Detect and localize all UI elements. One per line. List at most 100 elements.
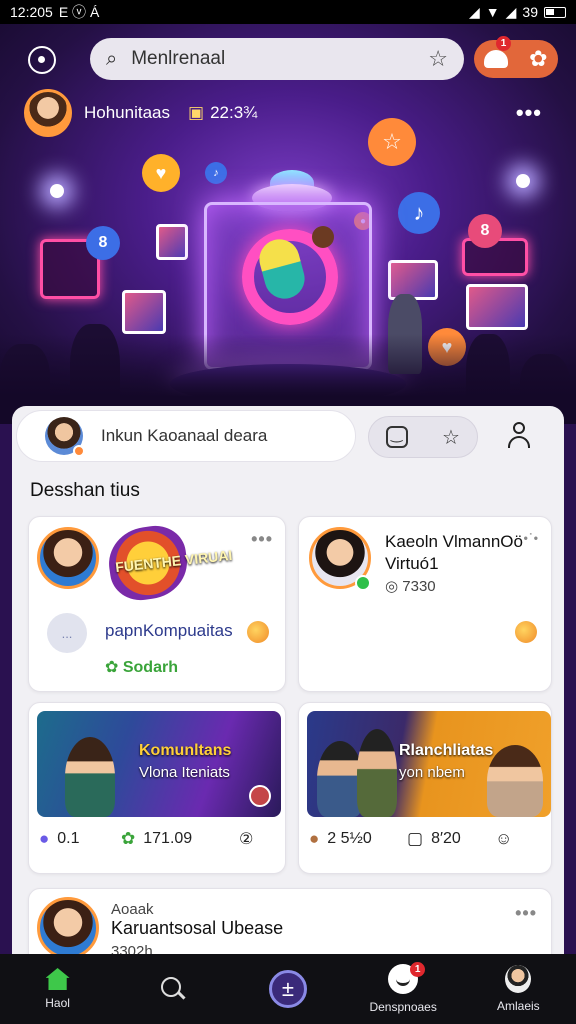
more-options-icon[interactable]: •••: [516, 100, 542, 126]
nav-label: Amlaeis: [497, 999, 540, 1013]
online-indicator: [355, 575, 371, 591]
avatar: [45, 417, 85, 457]
nav-profile[interactable]: Amlaeis: [463, 954, 573, 1024]
notification-badge: 1: [496, 36, 511, 51]
network-icon: ◢: [505, 3, 517, 20]
battery-icon: [544, 6, 566, 18]
card-subtitle: Virtuó1: [385, 554, 439, 573]
floating-photo: [466, 284, 528, 330]
nav-home[interactable]: Haol: [3, 954, 113, 1024]
ticket-icon: ▣: [188, 103, 205, 122]
avatar[interactable]: [24, 89, 72, 137]
community-card[interactable]: FUENTHE VIRUAI ••• ... papnKompuaitas ✿ …: [28, 516, 286, 692]
dancer-head: [312, 226, 334, 248]
card-meta-value: 7330: [402, 578, 436, 595]
card-title: Kaeoln VlmannOö: [385, 532, 523, 551]
content-panel: Inkun Kaoanaal deara ☆ Desshan tius FUEN…: [12, 406, 564, 954]
home-icon: [45, 968, 70, 990]
avatar: [37, 897, 99, 954]
chat-bubble-icon: 8: [86, 226, 120, 260]
stat-value: 8′20: [431, 830, 461, 847]
nav-label: Denspnoaes: [369, 1000, 437, 1014]
floating-photo: [156, 224, 188, 260]
composer-placeholder[interactable]: Inkun Kaoanaal deara: [101, 426, 267, 446]
messages-badge: 1: [410, 962, 426, 977]
nav-label: Haol: [45, 996, 70, 1010]
music-note-icon: ♪: [398, 192, 440, 234]
media-card[interactable]: Rlanchliatas yon nbem ● 2 5½0 ▢ 8′20 ☺: [298, 702, 552, 874]
spotlight-icon: [50, 184, 64, 198]
stat-comments[interactable]: ②: [239, 829, 253, 849]
composer-tools: ☆: [368, 416, 478, 458]
signal-icon: ◢: [469, 3, 480, 20]
battery-percent: 39: [522, 4, 538, 20]
user-row: Hohunitaas ▣ 22:3¾ •••: [24, 88, 554, 138]
post-card[interactable]: Aoaak Karuantsosal Ubease 3302h •••: [28, 888, 552, 954]
card-meta: ◎ 7330: [385, 578, 436, 595]
profile-icon[interactable]: [506, 420, 532, 450]
search-input[interactable]: Menlrenaal: [131, 48, 428, 70]
stat-likes[interactable]: ● 0.1: [39, 829, 80, 849]
emoji-icon: ☺: [495, 829, 513, 848]
search-bar[interactable]: ⌕ Menlrenaal ☆: [90, 38, 464, 80]
more-options-icon[interactable]: •••: [251, 529, 273, 550]
floating-photo: [122, 290, 166, 334]
gear-icon[interactable]: ✿: [529, 46, 547, 72]
post-meta: 3302h: [111, 943, 153, 954]
community-icon: ...: [47, 613, 87, 653]
post-title: Karuantsosal Ubease: [111, 918, 284, 938]
menu-circle-button[interactable]: [28, 46, 56, 74]
person-image: [65, 737, 115, 817]
comment-icon: ▢: [407, 829, 424, 848]
play-icon[interactable]: [249, 785, 271, 807]
status-time: 12:205: [10, 4, 53, 20]
stat-comments[interactable]: ▢ 8′20: [407, 829, 461, 849]
media-subtitle: yon nbem: [399, 764, 465, 781]
search-icon: ⌕: [106, 47, 118, 70]
sticker-icon[interactable]: [386, 426, 409, 448]
nav-search[interactable]: [118, 954, 228, 1024]
status-text: Sodarh: [122, 659, 178, 676]
media-subtitle: Vlona Iteniats: [139, 764, 230, 781]
wifi-icon: ▼: [485, 4, 500, 20]
emoji-icon[interactable]: [515, 621, 537, 643]
media-thumbnail[interactable]: Komunltans Vlona Iteniats: [37, 711, 281, 817]
stat-value: 2 5½0: [327, 830, 372, 847]
notification-icon[interactable]: [484, 50, 509, 68]
heart-bubble-icon: ♥: [142, 154, 180, 192]
media-card[interactable]: Komunltans Vlona Iteniats ● 0.1 ✿ 171.09…: [28, 702, 286, 874]
music-note-icon: ♪: [205, 162, 227, 184]
status-badge: ✿ Sodarh: [105, 659, 178, 676]
stat-shares[interactable]: ✿ 171.09: [121, 829, 192, 849]
star-icon[interactable]: ☆: [428, 46, 448, 72]
media-thumbnail[interactable]: Rlanchliatas yon nbem: [307, 711, 551, 817]
add-icon: ±: [268, 970, 307, 1008]
stat-reactions[interactable]: ☺: [495, 829, 512, 849]
more-options-icon[interactable]: •˙•: [524, 531, 539, 545]
community-link[interactable]: papnKompuaitas: [105, 621, 233, 641]
more-options-icon[interactable]: •••: [515, 903, 537, 924]
post-composer[interactable]: Inkun Kaoanaal deara: [16, 410, 356, 462]
star-icon[interactable]: ☆: [442, 425, 460, 450]
section-title: Desshan tius: [30, 480, 140, 501]
post-author: Aoaak: [111, 901, 154, 918]
profile-icon: [505, 965, 532, 993]
person-image: [487, 745, 543, 817]
person-image: [357, 729, 397, 817]
search-icon: [160, 977, 185, 1001]
share-icon: ✿: [121, 829, 136, 848]
comment-icon: ②: [239, 831, 254, 848]
emoji-icon[interactable]: [247, 621, 269, 643]
status-dot: [73, 445, 85, 457]
floating-photo: [388, 260, 438, 300]
bottom-nav: Haol ± 1 Denspnoaes Amlaeis: [0, 954, 576, 1024]
stat-likes[interactable]: ● 2 5½0: [309, 829, 372, 849]
notification-pill[interactable]: 1 ✿: [474, 36, 558, 78]
username[interactable]: Hohunitaas: [84, 103, 170, 123]
ticket-value: 22:3¾: [210, 103, 258, 122]
stat-value: 0.1: [57, 830, 80, 847]
nav-messages[interactable]: 1 Denspnoaes: [348, 954, 458, 1024]
top-bar: ⌕ Menlrenaal ☆ 1 ✿: [0, 36, 576, 82]
community-card[interactable]: Kaeoln VlmannOö •˙• Virtuó1 ◎ 7330: [298, 516, 552, 692]
nav-create[interactable]: ±: [233, 954, 343, 1024]
